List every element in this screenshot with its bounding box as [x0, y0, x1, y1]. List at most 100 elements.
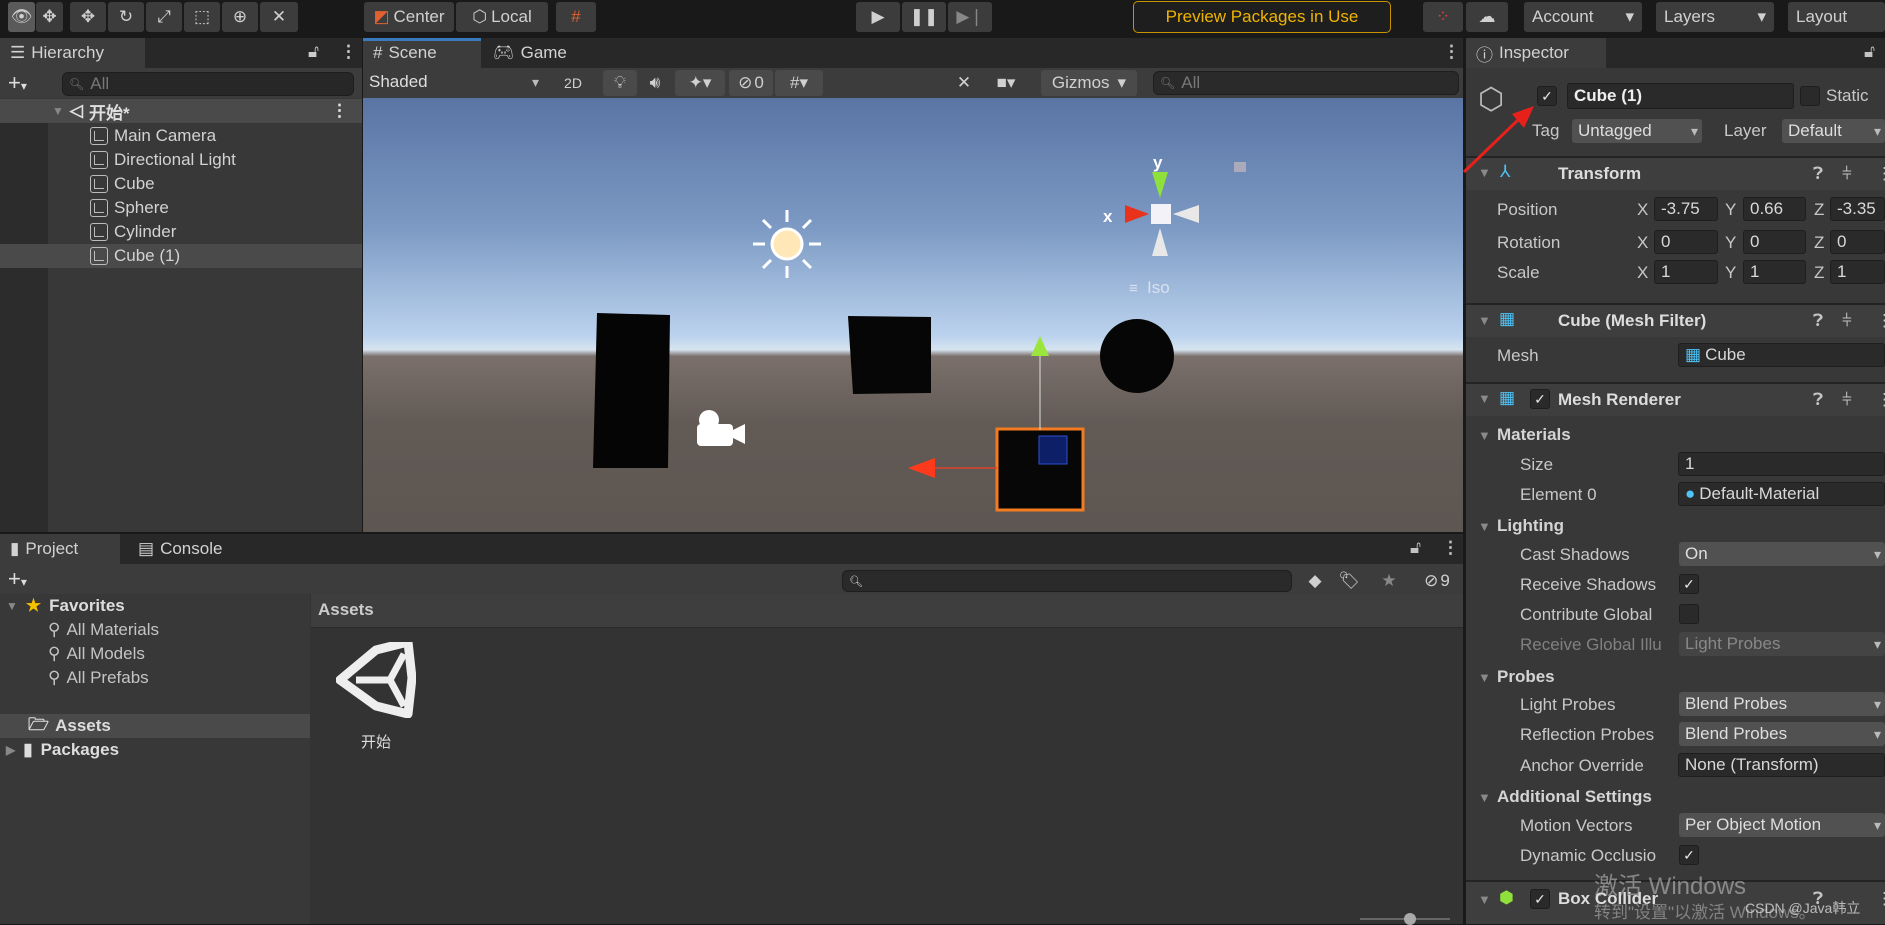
object-name-input[interactable]: Cube (1)	[1567, 83, 1794, 109]
favorite-item[interactable]: ⚲ All Prefabs	[48, 668, 149, 688]
cloud-button[interactable]: ☁	[1466, 2, 1508, 32]
layer-dropdown[interactable]: Default	[1782, 119, 1885, 143]
component-menu-icon[interactable]: ⋮	[1876, 390, 1885, 410]
tab-console[interactable]: ▤ Console	[128, 534, 232, 564]
position-x-input[interactable]: -3.75	[1654, 197, 1718, 221]
create-button[interactable]: +▾	[8, 566, 27, 592]
lighting-toggle[interactable]: 💡︎	[603, 70, 637, 96]
static-checkbox[interactable]	[1800, 86, 1820, 106]
hierarchy-item-selected[interactable]: Cube (1)	[0, 244, 362, 268]
layout-dropdown[interactable]: Layout	[1788, 2, 1885, 32]
scale-tool-button[interactable]: ⤢	[146, 2, 182, 32]
position-y-input[interactable]: 0.66	[1743, 197, 1806, 221]
transform-tool-button[interactable]: ⊕	[222, 2, 258, 32]
probes-foldout[interactable]: Probes	[1497, 667, 1555, 687]
more-menu-icon[interactable]: ⋮	[1442, 538, 1459, 558]
hidden-objects-toggle[interactable]: ⊘ 0	[729, 70, 773, 96]
hierarchy-search-input[interactable]: 🔍︎ All	[62, 72, 354, 96]
rotation-z-input[interactable]: 0	[1830, 230, 1885, 254]
component-menu-icon[interactable]: ⋮	[1876, 889, 1885, 909]
pivot-center-button[interactable]: ◩ Center	[364, 2, 454, 32]
anchor-override-field[interactable]: None (Transform)	[1678, 753, 1885, 777]
tag-dropdown[interactable]: Untagged	[1572, 119, 1702, 143]
project-search-input[interactable]: 🔍︎	[842, 570, 1292, 592]
create-button[interactable]: +▾	[8, 70, 27, 96]
pause-button[interactable]: ❚❚	[902, 2, 946, 32]
rotate-tool-button[interactable]: ↻	[108, 2, 144, 32]
gizmos-dropdown[interactable]: Gizmos ▾	[1041, 70, 1137, 96]
asset-item[interactable]: 开始	[332, 637, 420, 752]
active-checkbox[interactable]: ✓	[1537, 86, 1557, 106]
tab-project[interactable]: ▮ Project	[0, 534, 120, 564]
hierarchy-item[interactable]: Main Camera	[48, 124, 362, 148]
pivot-local-button[interactable]: ⬡ Local	[456, 2, 548, 32]
grid-dropdown[interactable]: #▾	[775, 70, 823, 96]
more-menu-icon[interactable]: ⋮	[1443, 42, 1460, 62]
scale-z-input[interactable]: 1	[1830, 260, 1885, 284]
packages-folder-row[interactable]: ▶ ▮ Packages	[6, 738, 119, 762]
zoom-slider[interactable]	[1360, 913, 1450, 925]
tab-scene[interactable]: # Scene	[363, 38, 447, 68]
favorites-button[interactable]: ★	[1374, 568, 1404, 594]
tab-hierarchy[interactable]: ☰ Hierarchy	[0, 38, 145, 68]
size-input[interactable]: 1	[1678, 452, 1885, 476]
box-collider-enabled-checkbox[interactable]: ✓	[1530, 889, 1550, 909]
play-button[interactable]: ▶	[856, 2, 900, 32]
help-icon[interactable]: ❓︎	[1813, 390, 1823, 410]
lighting-foldout[interactable]: Lighting	[1497, 516, 1564, 536]
lock-icon[interactable]: 🔓︎	[308, 42, 319, 62]
additional-settings-foldout[interactable]: Additional Settings	[1497, 787, 1652, 807]
filter-label-button[interactable]: 🏷︎	[1334, 568, 1364, 594]
tools-button[interactable]: ✕	[948, 70, 980, 96]
scene-search-input[interactable]: 🔍︎ All	[1153, 71, 1459, 95]
hierarchy-item[interactable]: Sphere	[48, 196, 362, 220]
collab-button[interactable]: ⁘	[1423, 2, 1463, 32]
scene-root-row[interactable]: ▼ ◁ 开始* ⋮	[0, 99, 362, 123]
position-z-input[interactable]: -3.35	[1830, 197, 1885, 221]
help-icon[interactable]: ❓︎	[1813, 164, 1823, 184]
step-button[interactable]: ▶❘	[948, 2, 992, 32]
lock-icon[interactable]: 🔓︎	[1864, 42, 1875, 62]
light-probes-dropdown[interactable]: Blend Probes	[1679, 692, 1885, 716]
account-dropdown[interactable]: Account ▾	[1524, 2, 1642, 32]
scene-menu-icon[interactable]: ⋮	[331, 101, 348, 121]
camera-dropdown[interactable]: ■▾	[983, 70, 1029, 96]
presets-icon[interactable]: ⫩	[1842, 311, 1852, 331]
receive-shadows-checkbox[interactable]: ✓	[1679, 574, 1699, 594]
favorite-item[interactable]: ⚲ All Materials	[48, 620, 159, 640]
presets-icon[interactable]: ⫩	[1842, 164, 1852, 184]
filter-type-button[interactable]: ◆	[1300, 568, 1330, 594]
tab-game[interactable]: 🎮︎ Game	[483, 38, 577, 68]
element0-field[interactable]: ● Default-Material	[1678, 482, 1885, 506]
2d-toggle[interactable]: 2D	[555, 70, 591, 96]
view-tool-button[interactable]: 👁	[8, 2, 35, 32]
scale-y-input[interactable]: 1	[1743, 260, 1806, 284]
hierarchy-item[interactable]: Cube	[48, 172, 362, 196]
grid-snap-button[interactable]: #	[556, 2, 596, 32]
reflection-probes-dropdown[interactable]: Blend Probes	[1679, 722, 1885, 746]
move-tool-button[interactable]: ✥	[36, 2, 63, 32]
contribute-gi-checkbox[interactable]	[1679, 604, 1699, 624]
cast-shadows-dropdown[interactable]: On	[1679, 542, 1885, 566]
hierarchy-item[interactable]: Cylinder	[48, 220, 362, 244]
favorites-row[interactable]: ▼ ★ Favorites	[6, 596, 125, 616]
scene-viewport[interactable]: x y Iso ≡	[363, 98, 1463, 532]
audio-toggle[interactable]: 🔊︎	[639, 70, 671, 96]
effects-dropdown[interactable]: ✦▾	[675, 70, 725, 96]
materials-foldout[interactable]: Materials	[1497, 425, 1571, 445]
hierarchy-item[interactable]: Directional Light	[48, 148, 362, 172]
component-menu-icon[interactable]: ⋮	[1876, 164, 1885, 184]
shading-mode-dropdown[interactable]: Shaded	[363, 70, 543, 94]
lock-icon[interactable]: 🔓︎	[1410, 538, 1421, 558]
static-label[interactable]: Static	[1826, 86, 1869, 106]
more-menu-icon[interactable]: ⋮	[340, 42, 357, 62]
mesh-field[interactable]: ▦ Cube	[1678, 343, 1885, 367]
component-menu-icon[interactable]: ⋮	[1876, 311, 1885, 331]
rotation-y-input[interactable]: 0	[1743, 230, 1806, 254]
motion-vectors-dropdown[interactable]: Per Object Motion	[1679, 813, 1885, 837]
rect-tool-button[interactable]: ⬚	[184, 2, 220, 32]
preview-packages-button[interactable]: Preview Packages in Use	[1133, 1, 1391, 33]
help-icon[interactable]: ❓︎	[1813, 311, 1823, 331]
mesh-renderer-enabled-checkbox[interactable]: ✓	[1530, 389, 1550, 409]
move-tool-button[interactable]: ✥	[70, 2, 106, 32]
